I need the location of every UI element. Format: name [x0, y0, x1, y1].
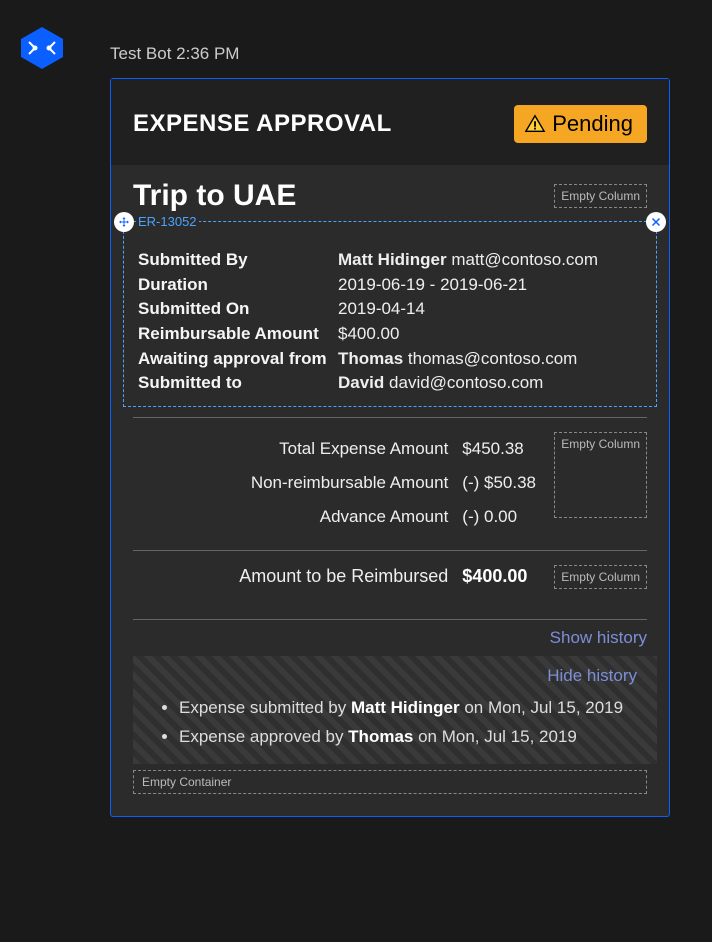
reimburse-value: $400.00	[462, 566, 542, 587]
empty-column-placeholder[interactable]: Empty Column	[554, 565, 647, 589]
empty-column-placeholder[interactable]: Empty Column	[554, 184, 647, 208]
show-history-link[interactable]: Show history	[550, 628, 647, 647]
reimburse-block: Amount to be Reimbursed $400.00 Empty Co…	[111, 551, 669, 609]
fact-value: 2019-06-19 - 2019-06-21	[338, 273, 527, 298]
fact-row: Submitted By Matt Hidinger matt@contoso.…	[138, 248, 642, 273]
fact-row: Reimbursable Amount $400.00	[138, 322, 642, 347]
fact-row: Submitted On 2019-04-14	[138, 297, 642, 322]
totals-block: Total Expense Amount $450.38 Non-reimbur…	[111, 418, 669, 540]
reimburse-label: Amount to be Reimbursed	[239, 566, 448, 587]
status-badge: Pending	[514, 105, 647, 143]
reimburse-row: Amount to be Reimbursed $400.00	[133, 566, 542, 587]
fact-row: Submitted to David david@contoso.com	[138, 371, 642, 396]
show-history-row: Show history	[111, 620, 669, 652]
history-panel: Hide history Expense submitted by Matt H…	[133, 656, 657, 764]
hide-history-link[interactable]: Hide history	[139, 666, 651, 694]
fact-row: Awaiting approval from Thomas thomas@con…	[138, 347, 642, 372]
fact-set: Submitted By Matt Hidinger matt@contoso.…	[138, 248, 642, 396]
trip-title: Trip to UAE	[133, 179, 296, 213]
total-row: Advance Amount (-) 0.00	[133, 500, 542, 534]
advance-value: (-) 0.00	[462, 500, 542, 534]
advance-label: Advance Amount	[320, 500, 449, 534]
total-expense-value: $450.38	[462, 432, 542, 466]
close-handle-icon[interactable]	[646, 212, 666, 232]
empty-column-placeholder[interactable]: Empty Column	[554, 432, 647, 518]
trip-title-row: Trip to UAE Empty Column	[111, 165, 669, 221]
bot-name: Test Bot	[110, 44, 171, 63]
history-list: Expense submitted by Matt Hidinger on Mo…	[139, 694, 651, 752]
status-text: Pending	[552, 111, 633, 137]
nonreimbursable-label: Non-reimbursable Amount	[251, 466, 448, 500]
card-title: EXPENSE APPROVAL	[133, 110, 392, 138]
list-item: Expense approved by Thomas on Mon, Jul 1…	[179, 723, 651, 752]
fact-label: Awaiting approval from	[138, 347, 338, 372]
move-handle-icon[interactable]	[114, 212, 134, 232]
warning-icon	[524, 113, 546, 135]
selected-factset-block[interactable]: ER-13052 Submitted By Matt Hidinger matt…	[123, 221, 657, 407]
totals-list: Total Expense Amount $450.38 Non-reimbur…	[133, 432, 542, 534]
fact-value: Thomas thomas@contoso.com	[338, 347, 577, 372]
empty-container-placeholder[interactable]: Empty Container	[133, 770, 647, 794]
message-timestamp: 2:36 PM	[176, 44, 239, 63]
fact-value: David david@contoso.com	[338, 371, 543, 396]
fact-label: Submitted to	[138, 371, 338, 396]
total-row: Total Expense Amount $450.38	[133, 432, 542, 466]
fact-value: $400.00	[338, 322, 399, 347]
card-header: EXPENSE APPROVAL Pending	[111, 79, 669, 165]
fact-value: Matt Hidinger matt@contoso.com	[338, 248, 598, 273]
fact-label: Duration	[138, 273, 338, 298]
reference-id: ER-13052	[136, 214, 199, 229]
nonreimbursable-value: (-) $50.38	[462, 466, 542, 500]
fact-label: Submitted On	[138, 297, 338, 322]
adaptive-card: EXPENSE APPROVAL Pending Trip to UAE Emp…	[110, 78, 670, 817]
fact-value: 2019-04-14	[338, 297, 425, 322]
total-row: Non-reimbursable Amount (-) $50.38	[133, 466, 542, 500]
list-item: Expense submitted by Matt Hidinger on Mo…	[179, 694, 651, 723]
fact-label: Reimbursable Amount	[138, 322, 338, 347]
fact-label: Submitted By	[138, 248, 338, 273]
app-logo-icon	[18, 24, 66, 72]
total-expense-label: Total Expense Amount	[279, 432, 448, 466]
fact-row: Duration 2019-06-19 - 2019-06-21	[138, 273, 642, 298]
message-header: Test Bot 2:36 PM	[110, 44, 239, 64]
